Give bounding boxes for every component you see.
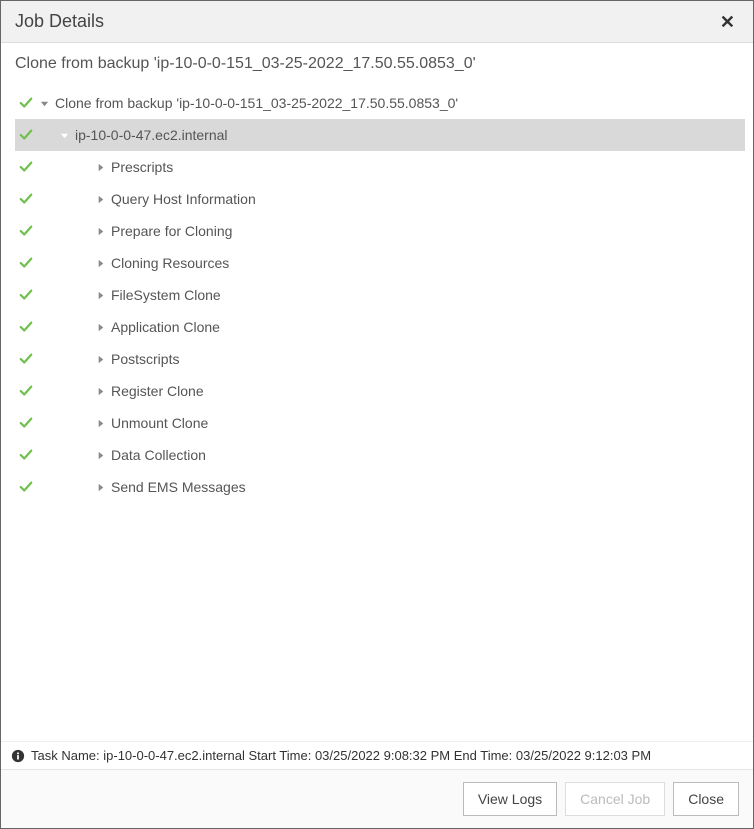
content-wrap: Clone from backup 'ip-10-0-0-151_03-25-2… bbox=[1, 43, 753, 769]
tree-row-step[interactable]: Query Host Information bbox=[15, 183, 745, 215]
check-icon bbox=[15, 320, 37, 334]
caret-right-icon[interactable] bbox=[93, 291, 107, 300]
tree-row-step[interactable]: Register Clone bbox=[15, 375, 745, 407]
tree-row-step[interactable]: Data Collection bbox=[15, 439, 745, 471]
tree-row-label: Send EMS Messages bbox=[111, 479, 246, 495]
tree-row-host[interactable]: ip-10-0-0-47.ec2.internal bbox=[15, 119, 745, 151]
tree-row-label: Unmount Clone bbox=[111, 415, 208, 431]
caret-right-icon[interactable] bbox=[93, 419, 107, 428]
tree-row-root[interactable]: Clone from backup 'ip-10-0-0-151_03-25-2… bbox=[15, 87, 745, 119]
status-text: Task Name: ip-10-0-0-47.ec2.internal Sta… bbox=[31, 748, 651, 763]
caret-right-icon[interactable] bbox=[93, 259, 107, 268]
tree-row-step[interactable]: FileSystem Clone bbox=[15, 279, 745, 311]
caret-right-icon[interactable] bbox=[93, 227, 107, 236]
tree-row-label: Cloning Resources bbox=[111, 255, 229, 271]
close-icon[interactable]: ✕ bbox=[716, 13, 739, 31]
view-logs-button[interactable]: View Logs bbox=[463, 782, 557, 816]
check-icon bbox=[15, 352, 37, 366]
caret-down-icon[interactable] bbox=[37, 99, 51, 108]
dialog-footer: View Logs Cancel Job Close bbox=[1, 769, 753, 828]
tree-row-label: FileSystem Clone bbox=[111, 287, 221, 303]
tree-row-label: Query Host Information bbox=[111, 191, 256, 207]
tree-row-step[interactable]: Application Clone bbox=[15, 311, 745, 343]
dialog-header: Job Details ✕ bbox=[1, 1, 753, 43]
status-bar: Task Name: ip-10-0-0-47.ec2.internal Sta… bbox=[1, 741, 753, 769]
check-icon bbox=[15, 448, 37, 462]
tree-row-step[interactable]: Postscripts bbox=[15, 343, 745, 375]
check-icon bbox=[15, 96, 37, 110]
tree-row-label: ip-10-0-0-47.ec2.internal bbox=[75, 127, 228, 143]
tree-row-label: Prepare for Cloning bbox=[111, 223, 232, 239]
caret-right-icon[interactable] bbox=[93, 163, 107, 172]
check-icon bbox=[15, 256, 37, 270]
tree-row-step[interactable]: Unmount Clone bbox=[15, 407, 745, 439]
caret-right-icon[interactable] bbox=[93, 451, 107, 460]
check-icon bbox=[15, 416, 37, 430]
check-icon bbox=[15, 160, 37, 174]
tree-row-label: Postscripts bbox=[111, 351, 179, 367]
check-icon bbox=[15, 192, 37, 206]
caret-right-icon[interactable] bbox=[93, 483, 107, 492]
check-icon bbox=[15, 224, 37, 238]
tree-row-label: Prescripts bbox=[111, 159, 173, 175]
cancel-job-button: Cancel Job bbox=[565, 782, 665, 816]
job-title: Clone from backup 'ip-10-0-0-151_03-25-2… bbox=[15, 55, 745, 73]
tree-row-step[interactable]: Prepare for Cloning bbox=[15, 215, 745, 247]
tree-row-step[interactable]: Prescripts bbox=[15, 151, 745, 183]
caret-right-icon[interactable] bbox=[93, 323, 107, 332]
tree-row-label: Clone from backup 'ip-10-0-0-151_03-25-2… bbox=[55, 95, 458, 111]
check-icon bbox=[15, 384, 37, 398]
caret-right-icon[interactable] bbox=[93, 355, 107, 364]
scroll-area[interactable]: Clone from backup 'ip-10-0-0-151_03-25-2… bbox=[1, 43, 753, 741]
check-icon bbox=[15, 128, 37, 142]
close-button[interactable]: Close bbox=[673, 782, 739, 816]
tree-row-label: Register Clone bbox=[111, 383, 204, 399]
check-icon bbox=[15, 480, 37, 494]
info-icon bbox=[11, 749, 25, 763]
tree-row-label: Data Collection bbox=[111, 447, 206, 463]
tree-row-step[interactable]: Send EMS Messages bbox=[15, 471, 745, 503]
caret-down-icon[interactable] bbox=[57, 131, 71, 140]
tree-row-label: Application Clone bbox=[111, 319, 220, 335]
caret-right-icon[interactable] bbox=[93, 387, 107, 396]
check-icon bbox=[15, 288, 37, 302]
caret-right-icon[interactable] bbox=[93, 195, 107, 204]
tree-row-step[interactable]: Cloning Resources bbox=[15, 247, 745, 279]
dialog-title: Job Details bbox=[15, 11, 104, 32]
